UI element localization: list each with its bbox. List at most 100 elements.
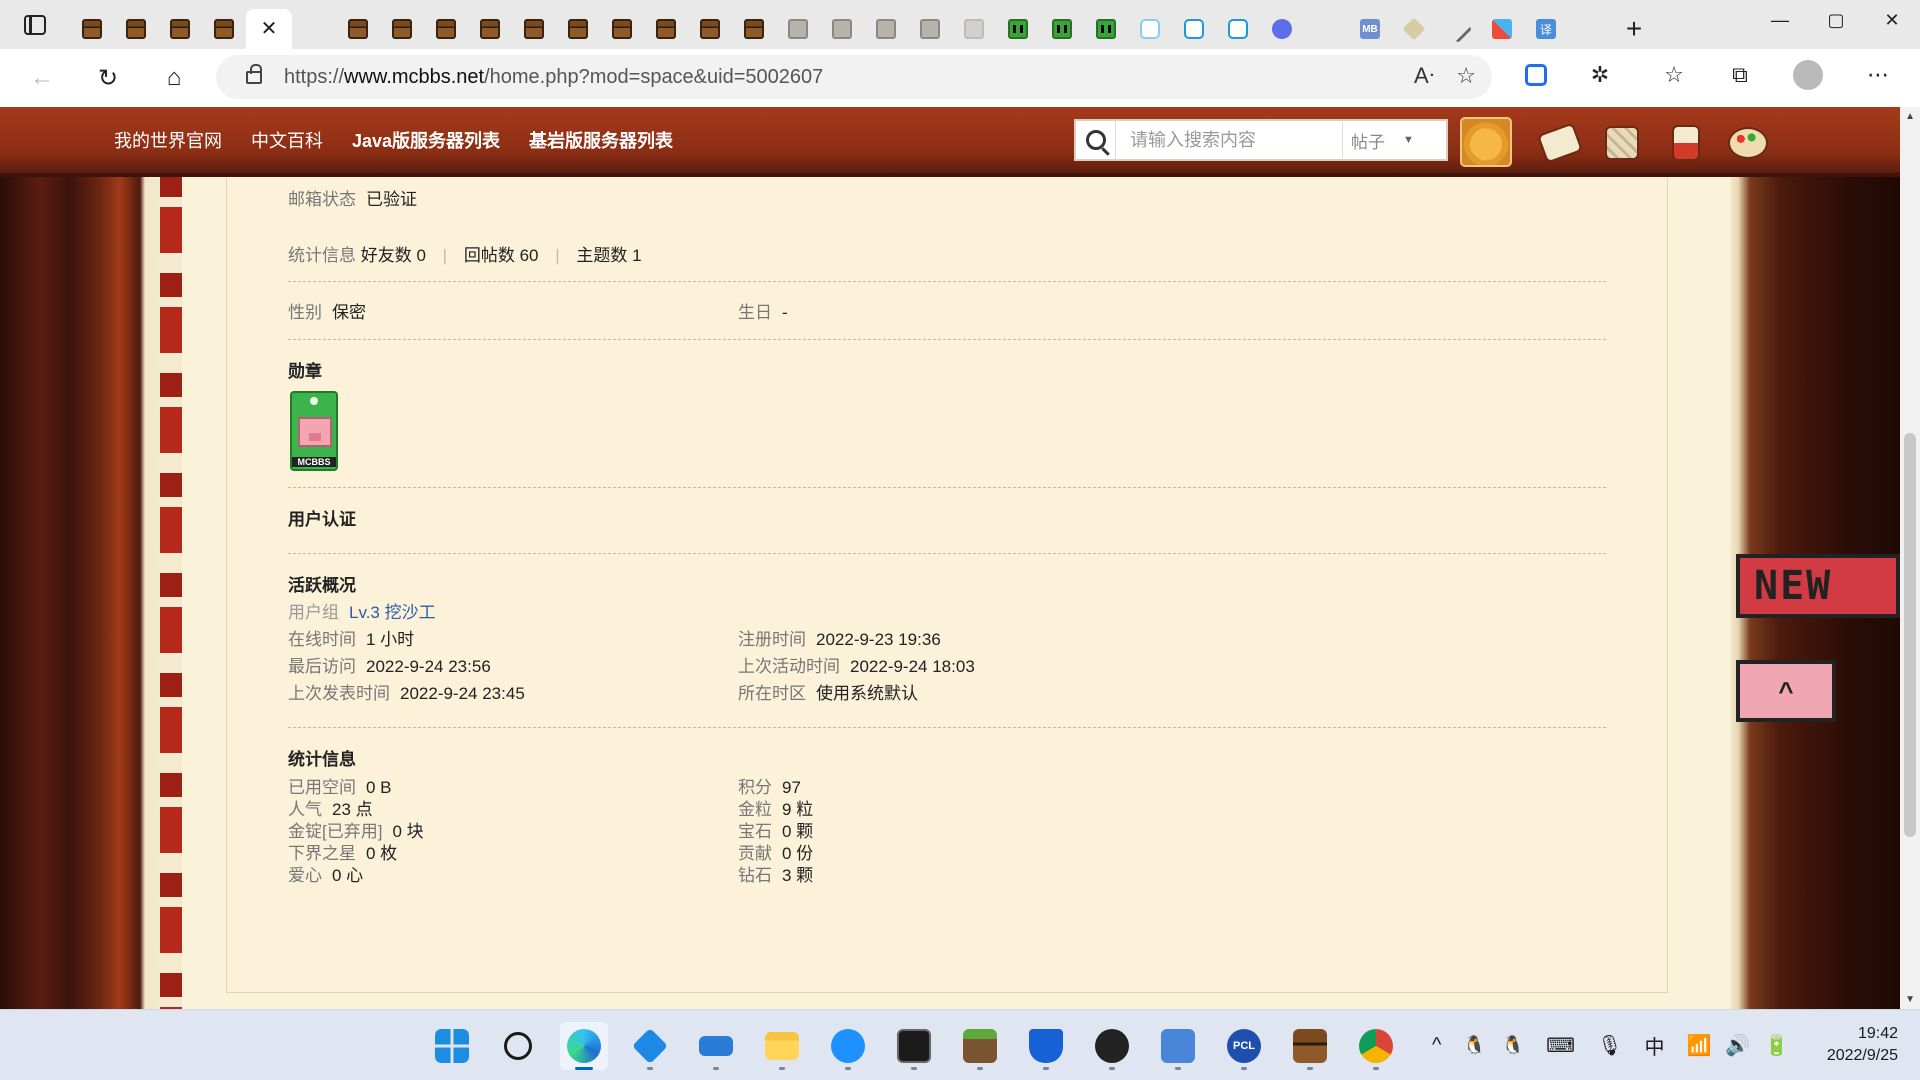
minimize-button[interactable]: — bbox=[1752, 0, 1808, 40]
extensions-button[interactable]: ✲ bbox=[1580, 57, 1620, 93]
taskbar-terminal-button[interactable] bbox=[890, 1022, 938, 1070]
browser-tab[interactable] bbox=[864, 9, 908, 49]
more-button[interactable]: ⋯ bbox=[1858, 57, 1898, 93]
messages-button[interactable] bbox=[1536, 121, 1584, 165]
browser-tab[interactable] bbox=[1436, 9, 1480, 49]
browser-tab[interactable] bbox=[1480, 9, 1524, 49]
back-button[interactable]: ← bbox=[14, 58, 70, 98]
nav-bedrock-servers[interactable]: 基岩版服务器列表 bbox=[529, 127, 673, 153]
browser-tab[interactable] bbox=[1040, 9, 1084, 49]
taskbar-file-explorer-button[interactable] bbox=[758, 1022, 806, 1070]
search-input[interactable] bbox=[1116, 122, 1342, 158]
browser-tab[interactable] bbox=[70, 9, 114, 49]
browser-tab[interactable] bbox=[512, 9, 556, 49]
search-button[interactable] bbox=[1076, 121, 1116, 159]
wifi-icon[interactable]: 📶 bbox=[1687, 1033, 1712, 1058]
browser-tab[interactable] bbox=[644, 9, 688, 49]
back-to-top-button[interactable]: ^ bbox=[1736, 660, 1836, 722]
replies-label[interactable]: 回帖数 bbox=[464, 246, 515, 265]
taskbar-windows-start-button[interactable] bbox=[428, 1022, 476, 1070]
browser-tab[interactable] bbox=[908, 9, 952, 49]
taskbar-shield-button[interactable] bbox=[1022, 1022, 1070, 1070]
browser-tab[interactable] bbox=[820, 9, 864, 49]
browser-tab[interactable]: MB bbox=[1348, 9, 1392, 49]
taskbar-search-button[interactable] bbox=[494, 1022, 542, 1070]
keyboard-icon[interactable]: ⌨ bbox=[1546, 1033, 1575, 1058]
taskbar-chrome-button[interactable] bbox=[1352, 1022, 1400, 1070]
tab-active[interactable]: ✕ bbox=[246, 9, 292, 49]
browser-tab[interactable] bbox=[952, 9, 996, 49]
taskbar-ie-button[interactable] bbox=[824, 1022, 872, 1070]
tab-actions-button[interactable] bbox=[0, 0, 70, 49]
taskbar-minecraft-grass-button[interactable] bbox=[956, 1022, 1004, 1070]
browser-tab[interactable] bbox=[336, 9, 380, 49]
browser-tab[interactable] bbox=[158, 9, 202, 49]
browser-tab[interactable] bbox=[114, 9, 158, 49]
scroll-up-icon[interactable]: ▲ bbox=[1905, 111, 1915, 122]
theme-button[interactable] bbox=[1724, 121, 1772, 165]
new-tab-button[interactable]: + bbox=[1612, 9, 1656, 49]
friends-label[interactable]: 好友数 bbox=[361, 246, 412, 265]
battery-icon[interactable]: 🔋 bbox=[1764, 1033, 1789, 1058]
browser-tab[interactable] bbox=[424, 9, 468, 49]
browser-tab[interactable] bbox=[732, 9, 776, 49]
browser-tab[interactable] bbox=[688, 9, 732, 49]
nav-wiki[interactable]: 中文百科 bbox=[251, 127, 323, 153]
qq-icon[interactable]: 🐧 bbox=[1463, 1035, 1485, 1056]
usergroup-link[interactable]: Lv.3 挖沙工 bbox=[349, 603, 436, 622]
microphone-icon[interactable]: 🎙 bbox=[1597, 1033, 1622, 1058]
new-badge[interactable]: NEW bbox=[1736, 554, 1900, 618]
user-avatar[interactable] bbox=[1460, 117, 1512, 167]
browser-tab[interactable] bbox=[468, 9, 512, 49]
browser-tab[interactable] bbox=[996, 9, 1040, 49]
taskbar-remote-desktop-button[interactable] bbox=[1154, 1022, 1202, 1070]
close-tab-icon[interactable]: ✕ bbox=[261, 19, 278, 39]
browser-tab[interactable] bbox=[0, 9, 336, 127]
browser-tab[interactable] bbox=[0, 9, 1612, 127]
browser-tab[interactable] bbox=[1216, 9, 1260, 49]
notifications-button[interactable] bbox=[1662, 121, 1710, 165]
collections-button[interactable]: ⧉ bbox=[1720, 57, 1760, 93]
browser-tab[interactable] bbox=[1084, 9, 1128, 49]
taskbar-pcl-button[interactable]: PCL bbox=[1220, 1022, 1268, 1070]
nav-java-servers[interactable]: Java版服务器列表 bbox=[352, 127, 500, 153]
scrollbar-thumb[interactable] bbox=[1904, 433, 1916, 837]
browser-tab[interactable]: 译 bbox=[1524, 9, 1568, 49]
clock[interactable]: 19:42 2022/9/25 bbox=[1827, 1023, 1898, 1067]
threads-label[interactable]: 主题数 bbox=[576, 246, 627, 265]
search-type-select[interactable]: 帖子 ▼ bbox=[1342, 122, 1436, 158]
browser-tab[interactable] bbox=[380, 9, 424, 49]
url-text[interactable]: https://www.mcbbs.net/home.php?mod=space… bbox=[284, 66, 823, 89]
browser-tab[interactable] bbox=[1128, 9, 1172, 49]
browser-tab[interactable] bbox=[1392, 9, 1436, 49]
extension-blue-button[interactable] bbox=[1516, 57, 1556, 93]
tray-chevron-icon[interactable]: ^ bbox=[1432, 1034, 1441, 1057]
taskbar-3d-cube-button[interactable] bbox=[626, 1022, 674, 1070]
taskbar-pickaxe-button[interactable] bbox=[1088, 1022, 1136, 1070]
address-bar[interactable]: https://www.mcbbs.net/home.php?mod=space… bbox=[216, 55, 1492, 99]
browser-tab[interactable] bbox=[0, 9, 1348, 127]
taskbar-chest-button[interactable] bbox=[1286, 1022, 1334, 1070]
home-button[interactable]: ⌂ bbox=[146, 58, 202, 98]
browser-tab[interactable] bbox=[776, 9, 820, 49]
read-aloud-icon[interactable]: Aᐧ bbox=[1414, 63, 1434, 89]
nav-minecraft-official[interactable]: 我的世界官网 bbox=[114, 127, 222, 153]
tasks-button[interactable] bbox=[1598, 121, 1646, 165]
medal-pig[interactable]: MCBBS bbox=[290, 391, 338, 471]
taskbar-whiteboard-button[interactable] bbox=[692, 1022, 740, 1070]
taskbar-edge-button[interactable] bbox=[560, 1022, 608, 1070]
volume-icon[interactable]: 🔊 bbox=[1725, 1033, 1750, 1058]
refresh-button[interactable]: ↻ bbox=[80, 58, 136, 98]
favorites-button[interactable]: ☆ bbox=[1654, 57, 1694, 93]
profile-button[interactable] bbox=[1788, 57, 1828, 93]
browser-tab[interactable] bbox=[1260, 9, 1304, 49]
scrollbar[interactable]: ▲ ▼ bbox=[1900, 107, 1920, 1009]
maximize-button[interactable]: ▢ bbox=[1808, 0, 1864, 40]
browser-tab[interactable] bbox=[600, 9, 644, 49]
browser-tab[interactable] bbox=[1172, 9, 1216, 49]
browser-tab[interactable] bbox=[556, 9, 600, 49]
browser-tab[interactable] bbox=[202, 9, 246, 49]
qq-icon[interactable]: 🐧 bbox=[1502, 1035, 1524, 1056]
ime-indicator[interactable]: 中 bbox=[1645, 1031, 1665, 1060]
scroll-down-icon[interactable]: ▼ bbox=[1905, 994, 1915, 1005]
